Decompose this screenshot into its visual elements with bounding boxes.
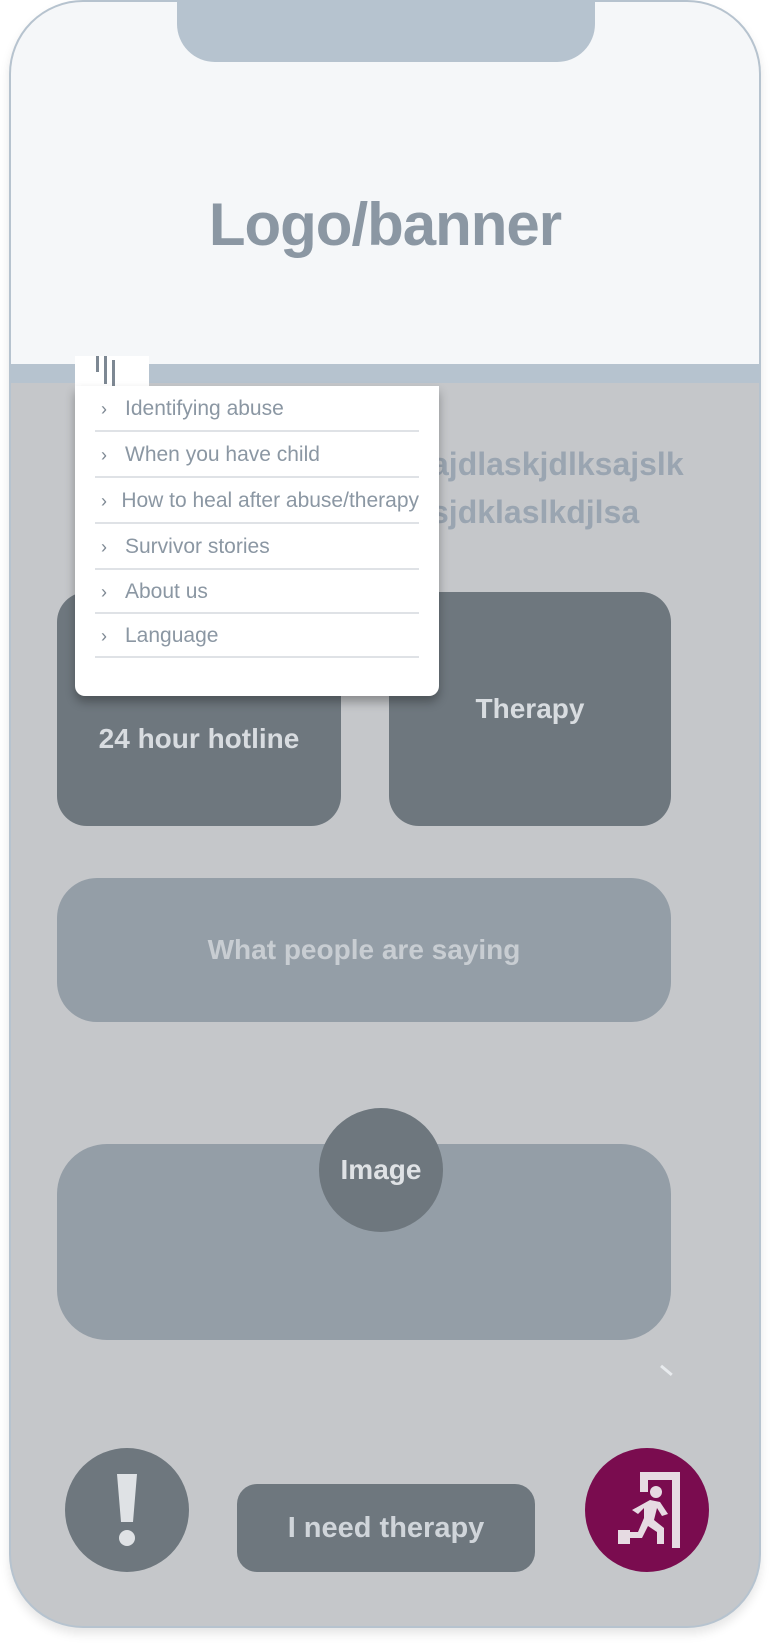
menu-item-label: About us — [125, 580, 208, 603]
menu-item-label: Language — [125, 624, 219, 647]
chevron-right-icon: › — [101, 398, 107, 419]
testimonial-image: Image — [319, 1108, 443, 1232]
menu-item-about-us[interactable]: › About us — [95, 570, 419, 614]
therapy-label: Therapy — [475, 693, 585, 724]
menu-item-language[interactable]: › Language — [95, 614, 419, 658]
quick-exit-button[interactable] — [585, 1448, 709, 1572]
menu-item-when-you-have-child[interactable]: › When you have child — [95, 432, 419, 478]
chevron-right-icon: › — [101, 444, 107, 465]
menu-item-label: Identifying abuse — [125, 397, 284, 420]
menu-list: › Identifying abuse › When you have chil… — [95, 386, 419, 658]
menu-toggle-tab[interactable] — [75, 356, 149, 390]
exclamation-icon — [117, 1474, 137, 1546]
card-corner-mark — [660, 1354, 682, 1377]
emergency-exit-icon — [618, 1472, 680, 1548]
menu-item-heal-after-abuse[interactable]: › How to heal after abuse/therapy — [95, 478, 419, 524]
testimonials-header-card[interactable]: What people are saying — [57, 878, 671, 1022]
need-therapy-button[interactable]: I need therapy — [237, 1484, 535, 1572]
navigation-menu: › Identifying abuse › When you have chil… — [75, 386, 439, 696]
logo-banner: Logo/banner — [208, 191, 562, 258]
phone-frame: Logo/banner ajdlaskjdlksajslk sjdklaslkd… — [9, 0, 761, 1628]
device-notch — [177, 2, 595, 62]
intro-text-line-1: ajdlaskjdlksajslk — [431, 446, 684, 482]
alert-button[interactable] — [65, 1448, 189, 1572]
menu-item-label: How to heal after abuse/therapy — [121, 489, 419, 512]
menu-item-label: Survivor stories — [125, 535, 270, 558]
need-therapy-label: I need therapy — [287, 1511, 485, 1544]
chevron-right-icon: › — [101, 536, 107, 557]
intro-text-line-2: sjdklaslkdjlsa — [431, 494, 640, 530]
image-placeholder-label: Image — [340, 1154, 422, 1185]
chevron-right-icon: › — [101, 625, 107, 646]
hamburger-icon[interactable] — [75, 356, 149, 390]
chevron-right-icon: › — [101, 490, 107, 511]
menu-item-survivor-stories[interactable]: › Survivor stories — [95, 524, 419, 570]
menu-item-label: When you have child — [125, 443, 320, 466]
testimonials-title: What people are saying — [207, 934, 521, 965]
menu-item-identifying-abuse[interactable]: › Identifying abuse — [95, 386, 419, 432]
chevron-right-icon: › — [101, 581, 107, 602]
